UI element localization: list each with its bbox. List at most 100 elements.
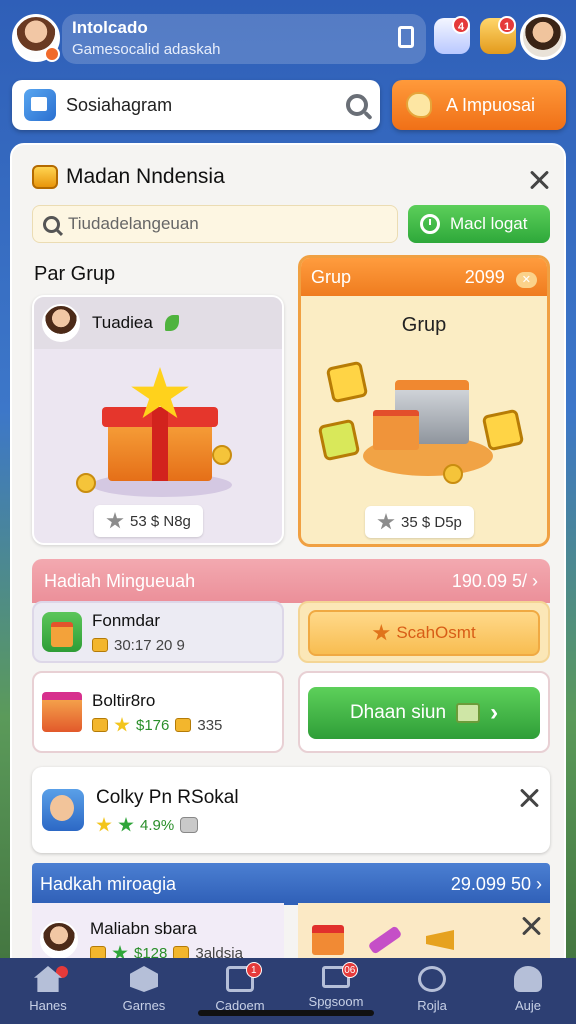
- search-icon[interactable]: [346, 94, 368, 116]
- coin-icon: [76, 473, 96, 493]
- login-button[interactable]: Macl logat: [408, 205, 550, 243]
- search-bar[interactable]: Sosiahagram: [12, 80, 380, 130]
- username: Intolсаdo: [72, 18, 148, 37]
- app-icon: [24, 89, 56, 121]
- nav-label: Auje: [514, 998, 542, 1013]
- friend-avatar[interactable]: [520, 14, 566, 60]
- star-icon: [96, 817, 112, 832]
- clock-icon: [420, 214, 440, 234]
- leaf-icon: [164, 315, 179, 331]
- ticket-icon: [317, 418, 361, 462]
- card-right-subtitle: Grup: [401, 314, 447, 336]
- mission-title: Hadkah miroagia: [40, 873, 177, 894]
- price-left: 53 $ N8g: [130, 512, 191, 530]
- compass-icon: [418, 966, 446, 992]
- ticket-icon: [325, 360, 369, 404]
- card-right-header: Grup 2099 ✕: [301, 258, 547, 296]
- search-icon: [43, 215, 60, 233]
- coin-icon: [443, 464, 463, 484]
- weekly-reward-title: Hadiah Mingueuah: [44, 570, 196, 591]
- games-icon: [130, 966, 158, 992]
- filter-search-field[interactable]: Tiudadelangeuan: [32, 205, 398, 243]
- group-card-right[interactable]: Grup 2099 ✕ Grup 35 $ D5p: [298, 255, 550, 547]
- megaphone-icon[interactable]: [426, 930, 454, 950]
- close-icon[interactable]: [518, 787, 540, 809]
- nav-label: Garnes: [122, 998, 166, 1013]
- item-sub: 30:17 20 9: [92, 637, 185, 654]
- card-left-name: Tuadiea: [92, 313, 153, 332]
- star-icon: [118, 817, 134, 832]
- profile-icon: [514, 966, 542, 992]
- chest-icon: [32, 165, 58, 189]
- list-item[interactable]: Fonmdar 30:17 20 9: [32, 601, 284, 663]
- coin-icon: [212, 445, 232, 465]
- promo-label: A Impuosai: [446, 94, 536, 115]
- nav-label: Hanes: [29, 998, 67, 1013]
- gift-icon: [42, 692, 82, 732]
- close-icon[interactable]: [520, 915, 542, 937]
- notifications-badge: 4: [452, 16, 470, 34]
- section-title: Par Grup: [34, 263, 116, 285]
- search-input[interactable]: Sosiahagram: [66, 95, 346, 116]
- chest-icon: [92, 718, 108, 732]
- price-pill-left: 53 $ N8g: [94, 505, 203, 537]
- mascot-icon: [406, 92, 432, 118]
- panel-header: Madan Nndensia: [32, 165, 225, 189]
- character-icon: [42, 789, 84, 831]
- item-right-slot: Dhaan siun ›: [298, 671, 550, 753]
- mission-banner[interactable]: Hadkah miroagia 29.099 50 ›: [32, 863, 550, 905]
- promo-button[interactable]: A Impuosai: [392, 80, 566, 130]
- notice-card[interactable]: Colky Pn RSokal 4.9%: [32, 767, 550, 853]
- gift-box-icon: [102, 367, 218, 481]
- gift-icon: [42, 612, 82, 652]
- panel-title: Madan Nndensia: [66, 165, 225, 188]
- item-sub-price: $176: [136, 716, 170, 734]
- login-button-label: Macl logat: [450, 214, 528, 233]
- cash-icon: [456, 703, 481, 723]
- card-right-header-title: Grup: [311, 266, 352, 287]
- item-sub: $176 335: [92, 717, 222, 734]
- home-indicator: [198, 1010, 374, 1016]
- gift-icon[interactable]: [312, 925, 344, 955]
- item-sub-count: 335: [197, 716, 223, 734]
- nav-home[interactable]: Hanes: [0, 958, 96, 1024]
- card-left-header: Tuadiea: [34, 297, 282, 349]
- chevron-right-icon: ›: [536, 873, 542, 894]
- user-subtitle: Gamesocalid adaskah: [72, 41, 221, 58]
- ticket-icon: [481, 408, 525, 452]
- group-card-left[interactable]: Tuadiea 53 $ N8g: [32, 295, 284, 545]
- box-icon: [180, 817, 199, 833]
- star-icon: [106, 512, 124, 529]
- filter-placeholder: Tiudadelangeuan: [68, 214, 199, 233]
- star-icon: [372, 624, 390, 641]
- user-info[interactable]: Intolсаdo Gamesocalid adaskah: [62, 14, 426, 64]
- close-icon[interactable]: [528, 169, 550, 191]
- nav-compass[interactable]: Rojla: [384, 958, 480, 1024]
- top-bar: Intolсаdo Gamesocalid adaskah 4 1: [0, 0, 576, 78]
- item-title: Maliabn sbara: [90, 918, 197, 938]
- close-tag[interactable]: ✕: [515, 271, 537, 288]
- item-title: Boltir8ro: [92, 690, 156, 710]
- chest-badge: 1: [498, 16, 516, 34]
- nav-badge: 06: [341, 962, 358, 978]
- claim-button[interactable]: Dhaan siun ›: [308, 687, 540, 739]
- clipboard-icon[interactable]: [398, 26, 414, 48]
- main-panel: Madan Nndensia Tiudadelangeuan Macl loga…: [10, 143, 566, 1023]
- pencil-icon[interactable]: [367, 925, 403, 955]
- weekly-reward-banner[interactable]: Hadiah Mingueuah 190.09 5/ ›: [32, 559, 550, 603]
- weekly-reward-value: 190.09 5/: [451, 570, 527, 591]
- avatar-status-badge: [44, 46, 60, 62]
- nav-profile[interactable]: Auje: [480, 958, 576, 1024]
- notice-sub: 4.9%: [96, 817, 239, 834]
- price-right: 35 $ D5p: [401, 513, 462, 531]
- star-icon: [114, 717, 130, 732]
- chevron-right-icon: ›: [532, 570, 538, 591]
- notice-title: Colky Pn RSokal: [96, 786, 239, 808]
- list-item[interactable]: Boltir8ro $176 335: [32, 671, 284, 753]
- schedule-button[interactable]: ScahOsmt: [308, 610, 540, 656]
- star-icon: [377, 513, 395, 530]
- claim-button-label: Dhaan siun: [349, 702, 447, 723]
- nav-games[interactable]: Garnes: [96, 958, 192, 1024]
- item-title: Fonmdar: [92, 610, 161, 630]
- item-right-slot: ScahOsmt: [298, 601, 550, 663]
